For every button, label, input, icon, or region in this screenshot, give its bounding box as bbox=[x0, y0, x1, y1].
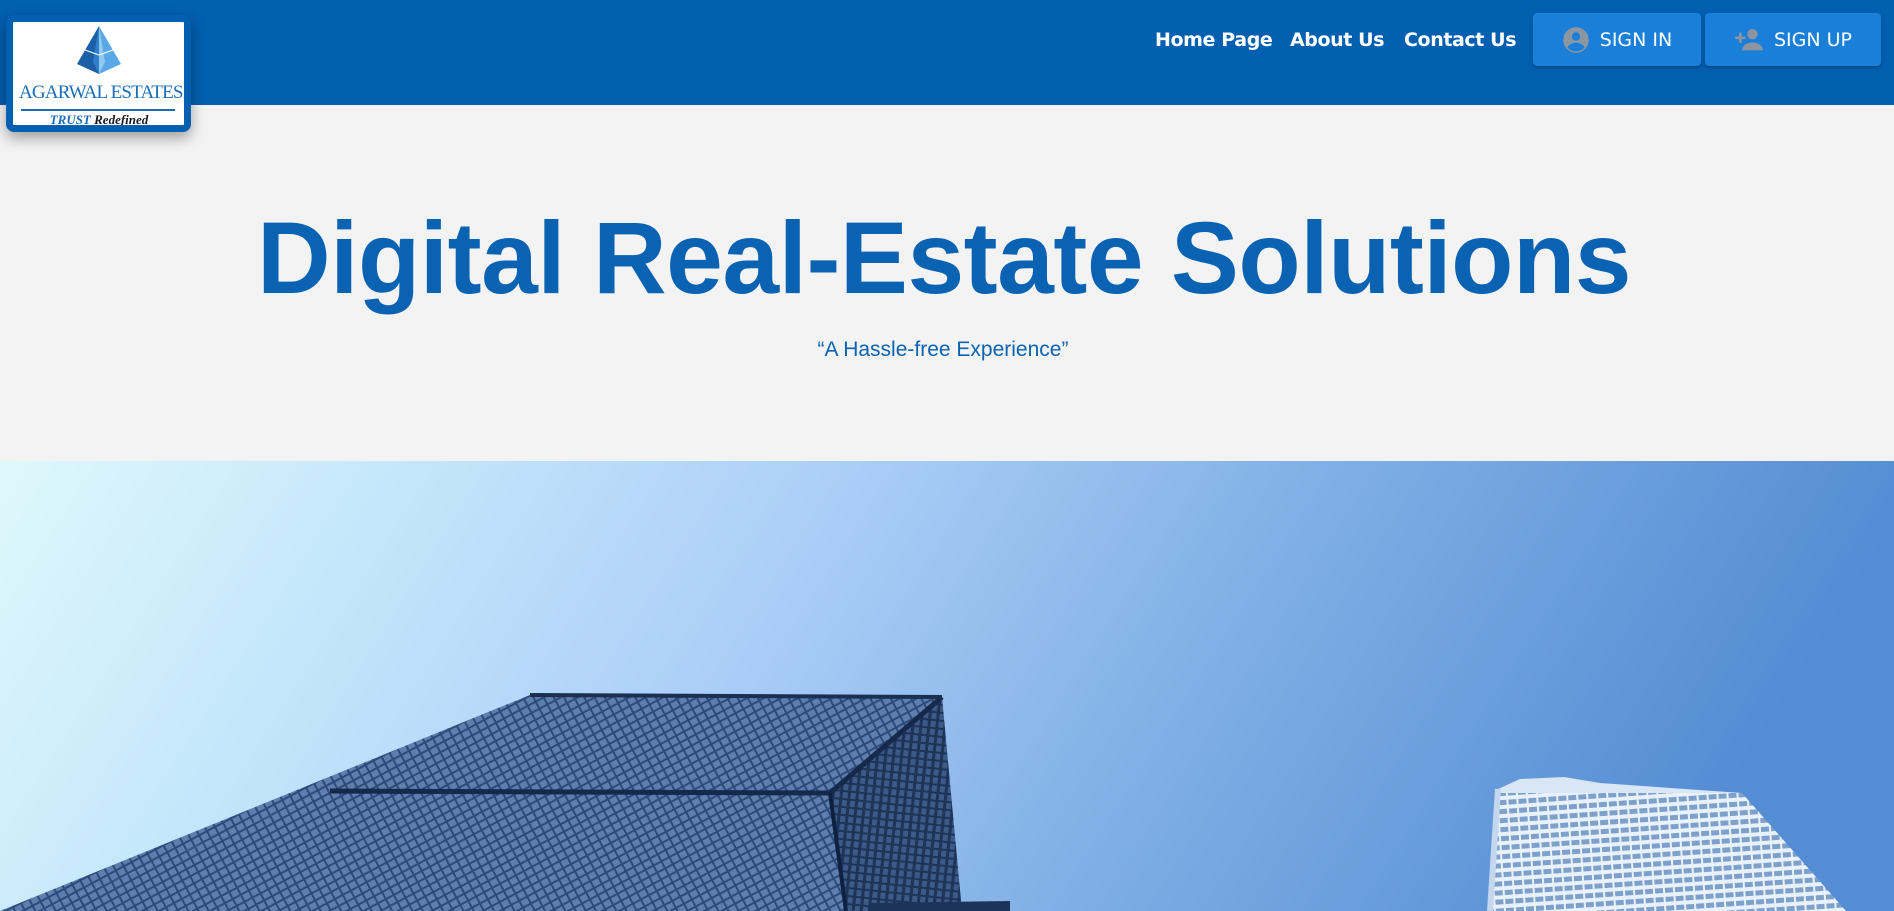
page: Home Page About Us Contact Us SIGN IN SI… bbox=[0, 0, 1894, 911]
hero-subtitle: “A Hassle-free Experience” bbox=[817, 338, 1069, 361]
site-logo[interactable]: AGARWAL ESTATES® TRUST Redefined bbox=[6, 15, 191, 132]
nav-link-contact[interactable]: Contact Us bbox=[1404, 26, 1517, 54]
pyramid-logo-icon bbox=[71, 24, 127, 76]
logo-divider bbox=[21, 109, 175, 111]
logo-tagline: TRUST Redefined bbox=[19, 112, 179, 127]
sign-in-label: SIGN IN bbox=[1599, 28, 1673, 51]
nav-link-about[interactable]: About Us bbox=[1290, 26, 1385, 54]
skyscrapers-illustration bbox=[0, 461, 1894, 911]
logo-brand-text: AGARWAL ESTATES® bbox=[19, 82, 184, 104]
hero-title: Digital Real-Estate Solutions bbox=[256, 201, 1632, 315]
nav-link-home[interactable]: Home Page bbox=[1155, 26, 1273, 54]
logo-tagline-redefined: Redefined bbox=[94, 112, 149, 127]
logo-tagline-trust: TRUST bbox=[49, 112, 91, 127]
registered-mark: ® bbox=[183, 82, 191, 93]
sign-up-button[interactable]: SIGN UP bbox=[1705, 13, 1881, 66]
top-navigation-bar: Home Page About Us Contact Us SIGN IN SI… bbox=[0, 0, 1894, 105]
sign-in-button[interactable]: SIGN IN bbox=[1533, 13, 1701, 66]
hero-banner-image bbox=[0, 461, 1894, 911]
person-add-icon bbox=[1734, 27, 1764, 53]
logo-brand-name: AGARWAL ESTATES bbox=[19, 82, 183, 103]
account-circle-icon bbox=[1562, 26, 1590, 54]
sign-up-label: SIGN UP bbox=[1773, 28, 1852, 51]
